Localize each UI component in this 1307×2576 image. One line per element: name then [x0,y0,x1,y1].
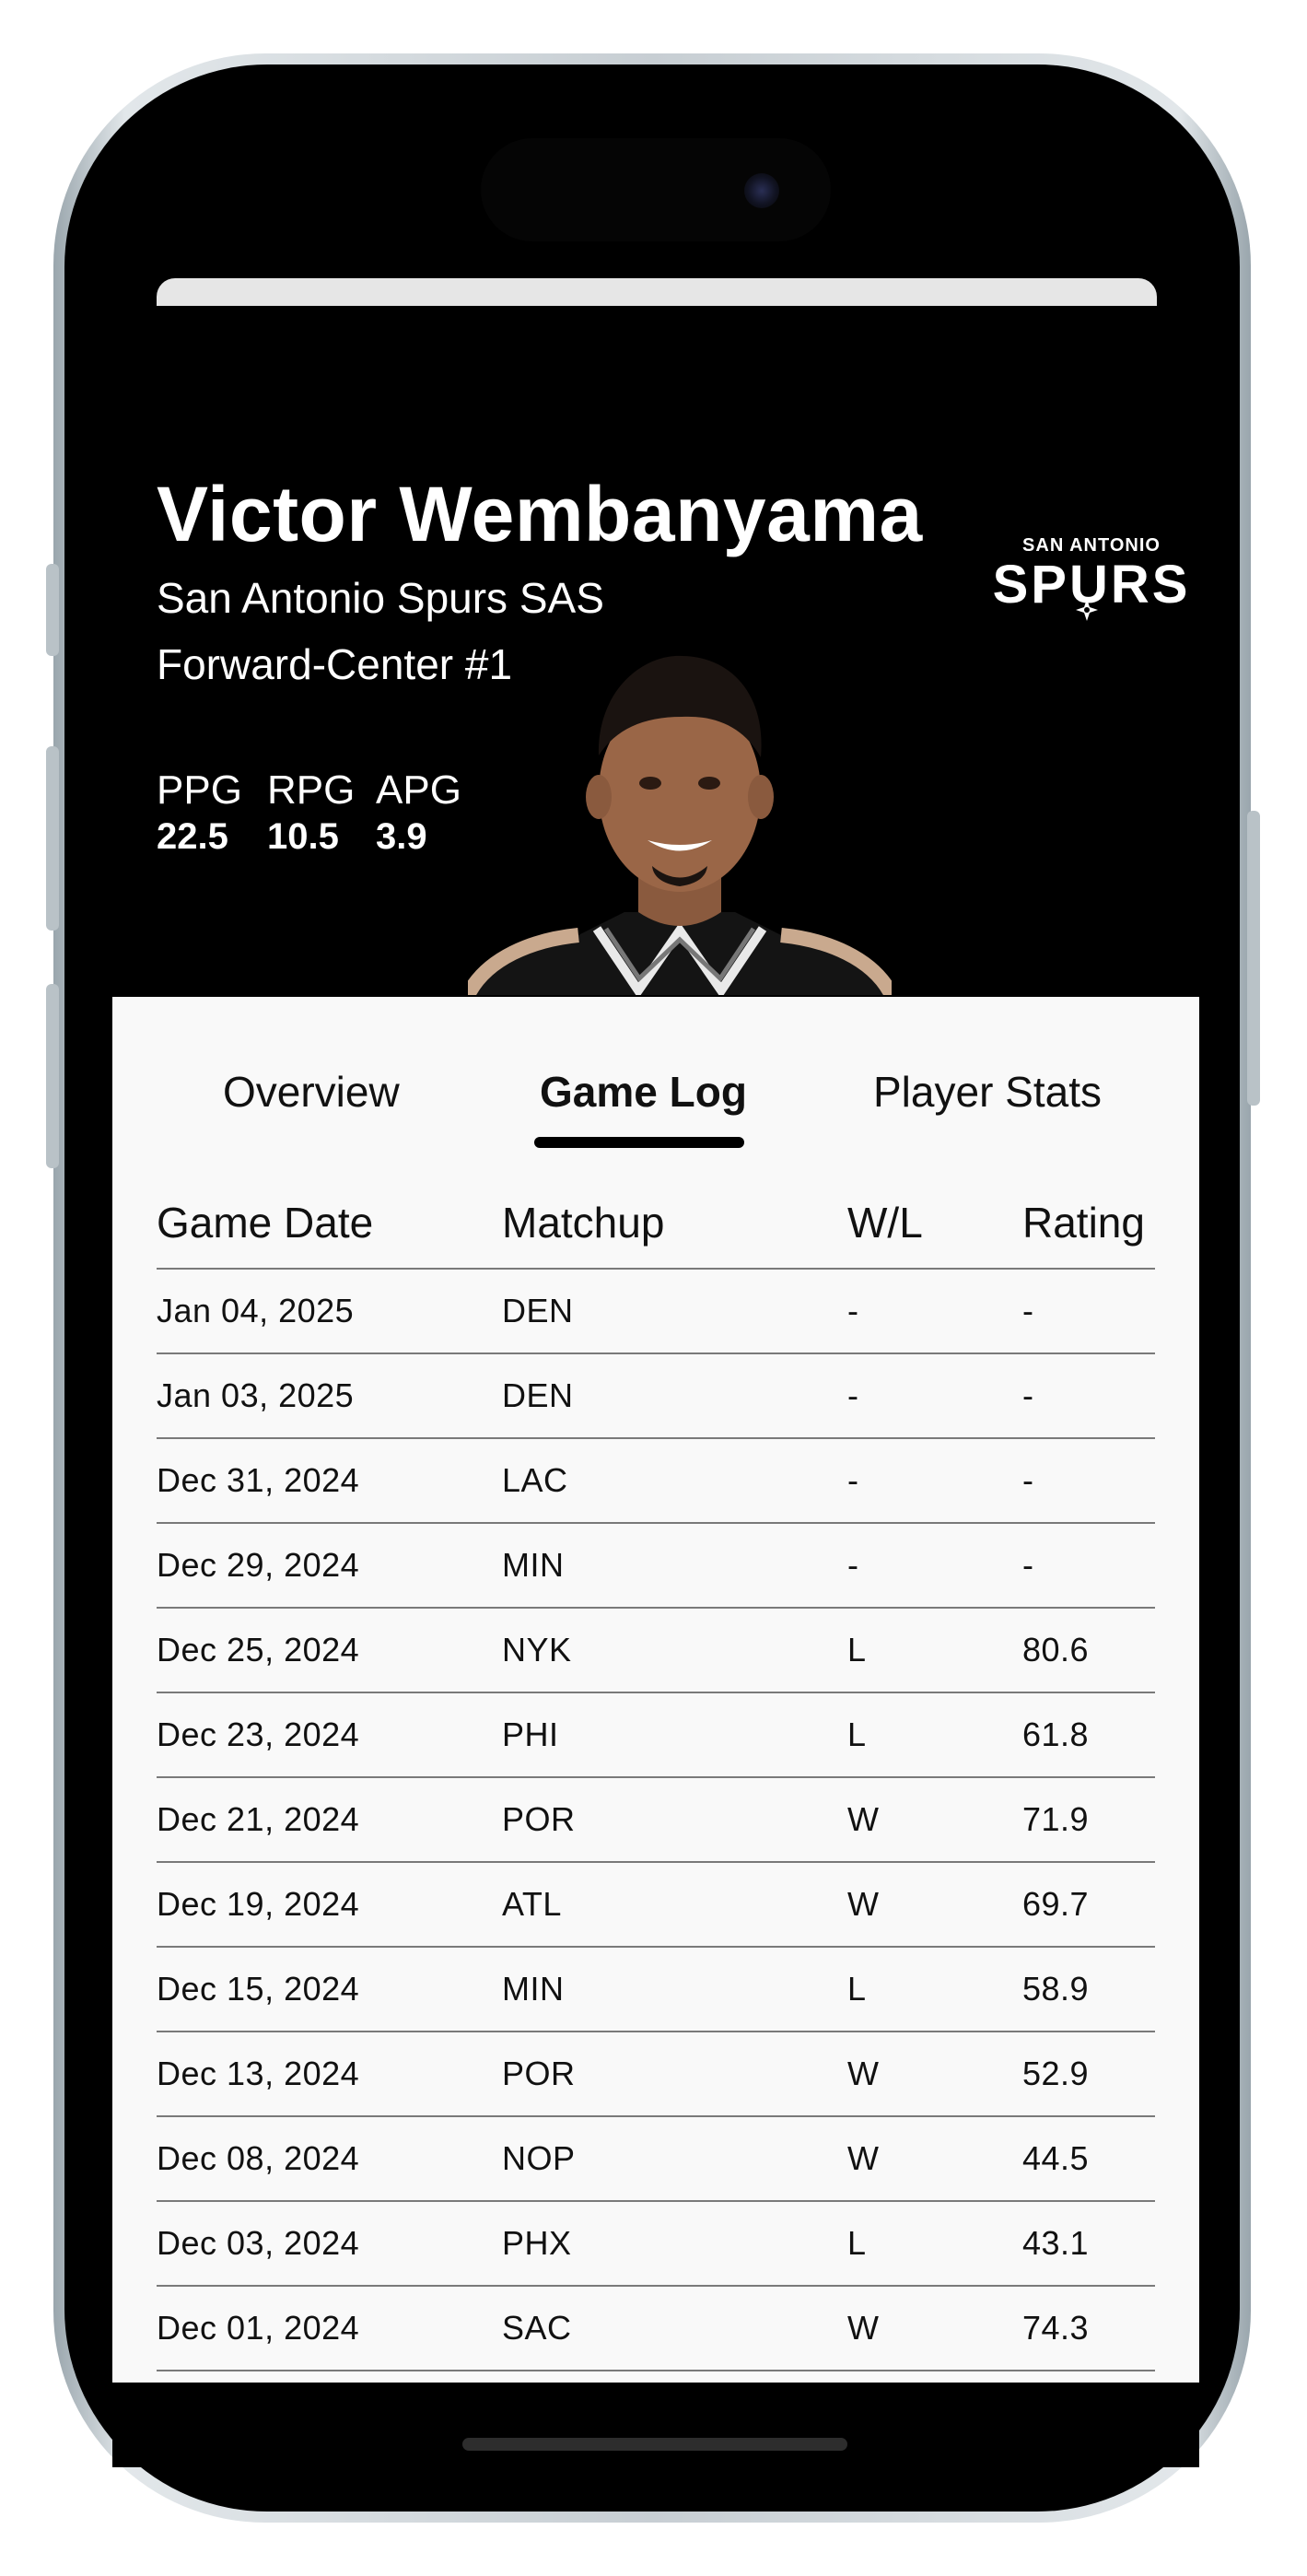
table-row[interactable]: Jan 03, 2025 DEN - - [157,1354,1155,1439]
table-row[interactable]: Dec 23, 2024 PHI L 61.8 [157,1693,1155,1778]
table-row[interactable]: Dec 31, 2024 LAC - - [157,1439,1155,1524]
cell-date: Dec 01, 2024 [157,2309,360,2347]
cell-date: Jan 04, 2025 [157,1292,355,1329]
stat-rpg: RPG 10.5 [267,767,355,859]
cell-rating: 58.9 [1022,1970,1090,2008]
cell-rating: 52.9 [1022,2055,1090,2092]
stat-value: 22.5 [157,816,228,857]
cell-result: - [847,1376,859,1414]
cell-matchup: NOP [502,2139,576,2177]
cell-rating: 61.8 [1022,1715,1090,1753]
cell-matchup: ATL [502,1885,562,1923]
cell-matchup: MIN [502,1970,565,2008]
column-header-game-date: Game Date [157,1199,374,1247]
table-row[interactable]: Jan 04, 2025 DEN - - [157,1270,1155,1354]
cell-date: Dec 15, 2024 [157,1970,360,2008]
camera-icon [744,173,779,208]
cell-rating: - [1022,1546,1034,1584]
team-line: San Antonio Spurs SAS [157,574,604,622]
logo-main-text: SPURS [993,555,1191,615]
player-headshot [468,655,892,995]
stat-label: RPG [267,767,356,813]
cell-result: W [847,2055,880,2092]
cell-date: Dec 13, 2024 [157,2055,360,2092]
cell-rating: 43.1 [1022,2224,1090,2262]
column-header-rating: Rating [1022,1199,1145,1247]
stat-value: 3.9 [376,816,427,857]
power-button [1247,811,1260,1106]
table-row[interactable]: Dec 03, 2024 PHX L 43.1 [157,2202,1155,2287]
cell-date: Dec 19, 2024 [157,1885,360,1923]
cell-matchup: PHI [502,1715,559,1753]
table-row[interactable]: Dec 19, 2024 ATL W 69.7 [157,1863,1155,1948]
cell-rating: 69.7 [1022,1885,1090,1923]
table-row[interactable]: Dec 25, 2024 NYK L 80.6 [157,1609,1155,1693]
tab-overview[interactable]: Overview [223,1067,400,1117]
stat-value: 10.5 [267,816,339,857]
cell-result: W [847,1800,880,1838]
active-tab-indicator [534,1137,744,1148]
cell-result: L [847,1970,867,2008]
cell-date: Dec 29, 2024 [157,1546,360,1584]
cell-date: Jan 03, 2025 [157,1376,355,1414]
cell-rating: - [1022,1461,1034,1499]
cell-date: Dec 23, 2024 [157,1715,360,1753]
stat-label: PPG [157,767,242,813]
cell-rating: 80.6 [1022,1631,1090,1669]
table-row[interactable]: Dec 08, 2024 NOP W 44.5 [157,2117,1155,2202]
table-row[interactable]: Dec 13, 2024 POR W 52.9 [157,2032,1155,2117]
cell-matchup: POR [502,1800,576,1838]
cell-date: Dec 21, 2024 [157,1800,360,1838]
cell-matchup: LAC [502,1461,568,1499]
cell-date: Dec 08, 2024 [157,2139,360,2177]
cell-result: L [847,1631,867,1669]
cell-result: - [847,1292,859,1329]
cell-rating: - [1022,1376,1034,1414]
cell-matchup: NYK [502,1631,572,1669]
table-row[interactable]: Dec 21, 2024 POR W 71.9 [157,1778,1155,1863]
cell-date: Dec 03, 2024 [157,2224,360,2262]
cell-matchup: SAC [502,2309,572,2347]
cell-result: - [847,1546,859,1584]
volume-down-button [46,984,59,1168]
column-header-matchup: Matchup [502,1199,665,1247]
tab-player-stats[interactable]: Player Stats [873,1067,1102,1117]
stat-label: APG [376,767,461,813]
column-header-wl: W/L [847,1199,923,1247]
cell-rating: - [1022,1292,1034,1329]
logo-top-text: SAN ANTONIO [1022,535,1161,556]
team-logo: SAN ANTONIO SPURS [993,535,1191,621]
cell-matchup: DEN [502,1292,574,1329]
cell-rating: 44.5 [1022,2139,1090,2177]
table-row[interactable]: Dec 29, 2024 MIN - - [157,1524,1155,1609]
cell-matchup: POR [502,2055,576,2092]
cell-rating: 71.9 [1022,1800,1090,1838]
action-button [46,564,59,656]
cell-matchup: MIN [502,1546,565,1584]
volume-up-button [46,746,59,931]
cell-date: Dec 25, 2024 [157,1631,360,1669]
cell-rating: 74.3 [1022,2309,1090,2347]
cell-result: W [847,2139,880,2177]
stat-apg: APG 3.9 [376,767,461,859]
stat-ppg: PPG 22.5 [157,767,242,859]
cell-result: L [847,2224,867,2262]
player-name: Victor Wembanyama [157,471,923,557]
cell-date: Dec 31, 2024 [157,1461,360,1499]
sheet-top-edge [157,278,1157,306]
table-row[interactable]: Dec 15, 2024 MIN L 58.9 [157,1948,1155,2032]
bottom-safe-area [112,2383,1199,2467]
cell-matchup: DEN [502,1376,574,1414]
tab-game-log[interactable]: Game Log [540,1067,747,1117]
table-row[interactable]: Dec 01, 2024 SAC W 74.3 [157,2287,1155,2371]
cell-result: L [847,1715,867,1753]
cell-result: - [847,1461,859,1499]
home-indicator[interactable] [462,2438,847,2451]
cell-matchup: PHX [502,2224,572,2262]
position-line: Forward-Center #1 [157,640,513,688]
cell-result: W [847,1885,880,1923]
cell-result: W [847,2309,880,2347]
